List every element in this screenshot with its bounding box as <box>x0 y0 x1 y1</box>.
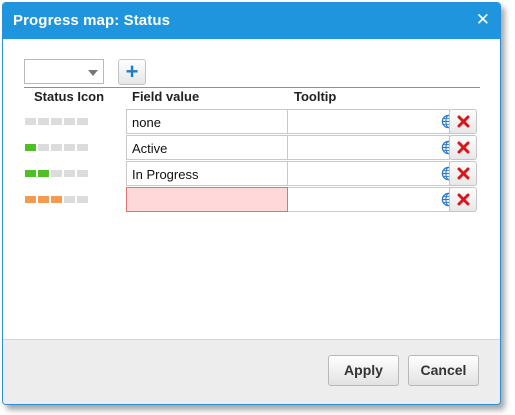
progress-segment-filled <box>38 196 49 203</box>
progress-segment-empty <box>64 196 75 203</box>
progress-segment-empty <box>38 118 49 125</box>
progress-segment-empty <box>51 118 62 125</box>
dialog-title: Progress map: Status <box>13 12 171 29</box>
delete-x-icon <box>457 141 470 154</box>
status-progress-icon <box>25 118 89 125</box>
progress-segment-empty <box>77 144 88 151</box>
tooltip-input[interactable] <box>288 109 450 134</box>
delete-row-button[interactable] <box>449 135 477 160</box>
progress-segment-filled <box>51 196 62 203</box>
delete-row-button[interactable] <box>449 187 477 212</box>
progress-segment-filled <box>25 144 36 151</box>
field-select-dropdown[interactable] <box>24 59 104 84</box>
field-value-input[interactable] <box>126 187 288 212</box>
status-progress-icon <box>25 170 89 177</box>
field-value-input[interactable]: In Progress <box>126 161 288 186</box>
chevron-down-icon <box>88 70 98 76</box>
delete-x-icon <box>457 167 470 180</box>
progress-segment-empty <box>51 170 62 177</box>
status-progress-icon <box>25 196 89 203</box>
close-icon[interactable]: ✕ <box>476 10 490 30</box>
tooltip-input[interactable] <box>288 187 450 212</box>
mapping-row: Active <box>3 135 500 161</box>
progress-segment-empty <box>77 118 88 125</box>
progress-segment-empty <box>77 196 88 203</box>
progress-segment-filled <box>25 196 36 203</box>
add-row-button[interactable]: + <box>118 59 146 85</box>
field-value-input[interactable]: none <box>126 109 288 134</box>
tooltip-input[interactable] <box>288 161 450 186</box>
header-divider <box>24 87 480 88</box>
progress-segment-empty <box>25 118 36 125</box>
delete-row-button[interactable] <box>449 161 477 186</box>
delete-row-button[interactable] <box>449 109 477 134</box>
column-header-tooltip: Tooltip <box>294 89 337 104</box>
dialog-titlebar[interactable]: Progress map: Status ✕ <box>3 3 500 39</box>
progress-segment-empty <box>64 118 75 125</box>
mapping-row <box>3 187 500 213</box>
delete-x-icon <box>457 115 470 128</box>
status-progress-icon <box>25 144 89 151</box>
dialog-footer: Apply Cancel <box>3 339 500 404</box>
progress-segment-empty <box>38 144 49 151</box>
column-header-status-icon: Status Icon <box>34 89 105 104</box>
cancel-button[interactable]: Cancel <box>408 355 479 386</box>
progress-segment-filled <box>25 170 36 177</box>
progress-segment-filled <box>38 170 49 177</box>
mapping-row: none <box>3 109 500 135</box>
progress-map-dialog: Progress map: Status ✕ + Status Icon Fie… <box>2 2 501 405</box>
delete-x-icon <box>457 193 470 206</box>
progress-segment-empty <box>77 170 88 177</box>
progress-segment-empty <box>64 170 75 177</box>
progress-segment-empty <box>64 144 75 151</box>
column-header-field-value: Field value <box>132 89 200 104</box>
apply-button[interactable]: Apply <box>328 355 399 386</box>
field-value-input[interactable]: Active <box>126 135 288 160</box>
tooltip-input[interactable] <box>288 135 450 160</box>
progress-segment-empty <box>51 144 62 151</box>
mapping-row: In Progress <box>3 161 500 187</box>
